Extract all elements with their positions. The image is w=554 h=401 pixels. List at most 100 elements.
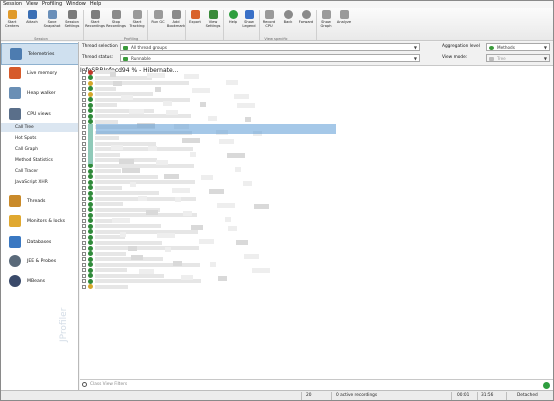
attach-button[interactable]: Attach (22, 9, 42, 35)
tree-node-row[interactable] (80, 284, 553, 290)
expand-toggle-icon[interactable] (82, 224, 86, 228)
expand-toggle-icon[interactable] (82, 92, 86, 96)
start-recordings-button[interactable]: Start Recordings (85, 9, 105, 35)
expand-toggle-icon[interactable] (82, 81, 86, 85)
expand-toggle-icon[interactable] (82, 284, 86, 289)
expand-toggle-icon[interactable] (82, 213, 86, 217)
sidebar-subitem-method-statistics[interactable]: Method Statistics (1, 156, 78, 165)
sidebar-item-live-memory[interactable]: Live memory (1, 62, 78, 84)
view-selector-sidebar: Telemetries Live memory Heap walker CPU … (1, 42, 79, 390)
expand-toggle-icon[interactable] (82, 180, 86, 184)
view-filter-input[interactable]: Class View Filters (90, 382, 127, 387)
status-time-2: 31:56 (481, 393, 494, 398)
expand-toggle-icon[interactable] (82, 273, 86, 278)
show-legend-button[interactable]: Show Legend (239, 9, 259, 35)
menu-help[interactable]: Help (90, 1, 101, 8)
menu-window[interactable]: Window (66, 1, 86, 8)
pixelated-region (252, 268, 270, 273)
expand-toggle-icon[interactable] (82, 262, 86, 267)
expand-toggle-icon[interactable] (82, 279, 86, 283)
save-snapshot-button[interactable]: Save Snapshot (42, 9, 62, 35)
export-button[interactable]: Export (185, 9, 205, 35)
aggregation-level-dropdown[interactable]: Methods ▼ (486, 43, 550, 51)
expand-toggle-icon[interactable] (82, 125, 86, 129)
pixelated-region (128, 246, 137, 251)
forward-button[interactable]: Forward (296, 9, 316, 35)
expand-toggle-icon[interactable] (82, 147, 86, 151)
expand-toggle-icon[interactable] (82, 97, 86, 102)
expand-toggle-icon[interactable] (82, 196, 86, 201)
pixelated-region (227, 153, 245, 158)
sidebar-subitem-call-graph[interactable]: Call Graph (1, 145, 78, 154)
sidebar-item-monitors-locks[interactable]: Monitors & locks (1, 210, 78, 232)
sidebar-item-cpu-views[interactable]: CPU views (1, 103, 78, 125)
sidebar-item-jee-probes[interactable]: JEE & Probes (1, 250, 78, 272)
expand-toggle-icon[interactable] (82, 257, 86, 261)
selected-tree-row[interactable] (96, 124, 336, 134)
run-gc-button[interactable]: Run GC (148, 9, 168, 35)
sidebar-subitem-hot-spots[interactable]: Hot Spots (1, 134, 78, 143)
menu-profiling[interactable]: Profiling (42, 1, 62, 8)
pixelated-region (119, 159, 134, 164)
expand-toggle-icon[interactable] (82, 191, 86, 195)
filter-apply-icon[interactable] (543, 381, 550, 389)
expand-toggle-icon[interactable] (82, 235, 86, 239)
view-mode-dropdown[interactable]: Tree ▼ (486, 54, 550, 62)
graph-icon (321, 10, 331, 19)
obscured-node-text (95, 191, 159, 195)
expand-toggle-icon[interactable] (82, 75, 86, 80)
menu-view[interactable]: View (26, 1, 38, 8)
expand-toggle-icon[interactable] (82, 114, 86, 118)
expand-toggle-icon[interactable] (82, 108, 86, 113)
add-bookmark-button[interactable]: Add Bookmark (166, 9, 186, 35)
status-divider (477, 392, 478, 400)
expand-toggle-icon[interactable] (82, 185, 86, 190)
expand-toggle-icon[interactable] (82, 152, 86, 157)
heap-walker-icon (9, 87, 21, 99)
view-settings-button[interactable]: View Settings (203, 9, 223, 35)
menu-session[interactable]: Session (3, 1, 22, 8)
back-button[interactable]: Back (278, 9, 298, 35)
expand-toggle-icon[interactable] (82, 207, 86, 212)
stop-recordings-button[interactable]: Stop Recordings (106, 9, 126, 35)
expand-toggle-icon[interactable] (82, 218, 86, 223)
start-tracking-button[interactable]: Start Tracking (127, 9, 147, 35)
thread-status-dropdown[interactable]: Runnable ▼ (120, 54, 420, 62)
expand-toggle-icon[interactable] (82, 163, 86, 168)
expand-toggle-icon[interactable] (82, 251, 86, 256)
expand-toggle-icon[interactable] (82, 174, 86, 179)
start-centers-button[interactable]: Start Centers (2, 9, 22, 35)
expand-toggle-icon[interactable] (82, 141, 86, 146)
expand-toggle-icon[interactable] (82, 169, 86, 173)
expand-toggle-icon[interactable] (82, 70, 86, 74)
thread-selection-dropdown[interactable]: All thread groups ▼ (120, 43, 420, 51)
sidebar-item-mbeans[interactable]: MBeans (1, 270, 78, 292)
expand-toggle-icon[interactable] (82, 240, 86, 245)
expand-toggle-icon[interactable] (82, 158, 86, 162)
sidebar-subitem-javascript-xhr[interactable]: JavaScript XHR (1, 178, 78, 187)
record-cpu-button[interactable]: Record CPU (259, 9, 279, 35)
expand-toggle-icon[interactable] (82, 103, 86, 107)
analyze-button[interactable]: Analyze (334, 9, 354, 35)
expand-toggle-icon[interactable] (82, 136, 86, 140)
sidebar-item-heap-walker[interactable]: Heap walker (1, 82, 78, 104)
sidebar-subitem-call-tree[interactable]: Call Tree (1, 123, 78, 132)
mbeans-icon (9, 275, 21, 287)
obscured-node-text (95, 97, 190, 102)
pixelated-region (191, 225, 203, 230)
obscured-node-text (95, 180, 195, 184)
expand-toggle-icon[interactable] (82, 246, 86, 250)
session-settings-button[interactable]: Session Settings (62, 9, 82, 35)
sidebar-item-threads[interactable]: Threads (1, 190, 78, 212)
expand-toggle-icon[interactable] (82, 202, 86, 206)
sidebar-subitem-call-tracer[interactable]: Call Tracer (1, 167, 78, 176)
pixelated-region (254, 204, 269, 209)
expand-toggle-icon[interactable] (82, 119, 86, 124)
expand-toggle-icon[interactable] (82, 130, 86, 135)
expand-toggle-icon[interactable] (82, 229, 86, 234)
expand-toggle-icon[interactable] (82, 86, 86, 91)
toolbar-group-session: Session (34, 37, 48, 41)
obscured-node-text (95, 163, 194, 168)
show-graph-button[interactable]: Show Graph (316, 9, 336, 35)
expand-toggle-icon[interactable] (82, 268, 86, 272)
